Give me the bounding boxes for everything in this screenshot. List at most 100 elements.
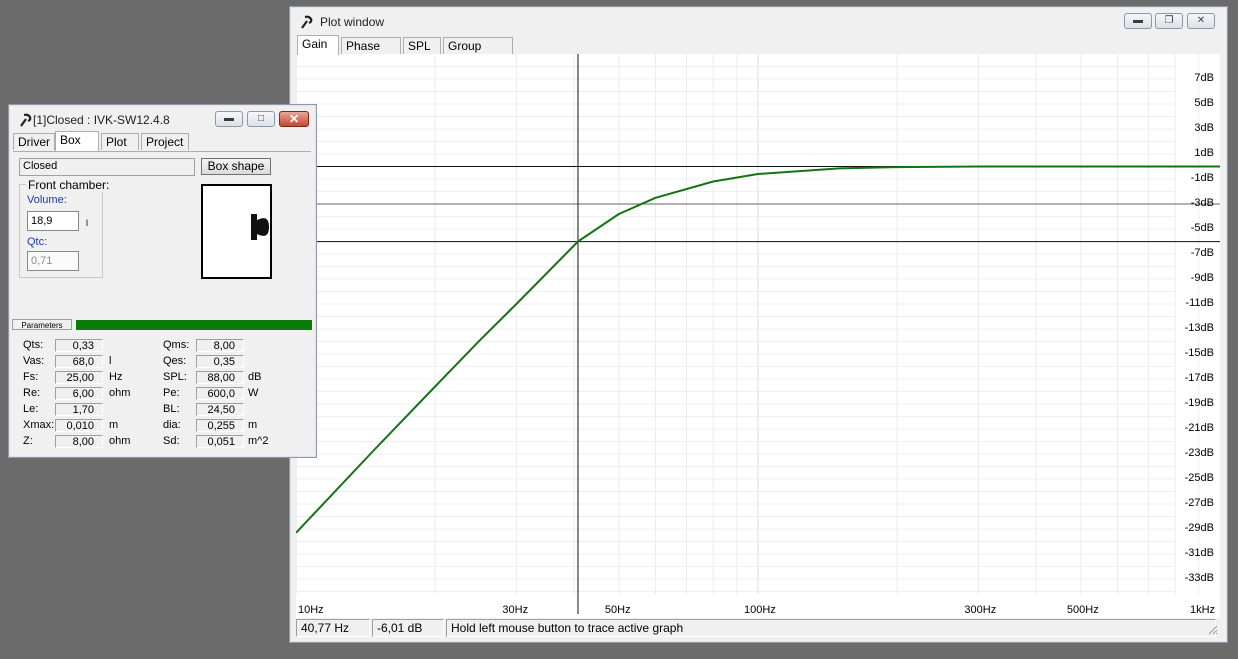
- y-tick-label: -17dB: [1184, 372, 1214, 384]
- qtc-input[interactable]: [27, 251, 79, 271]
- y-tick-label: -21dB: [1184, 422, 1214, 434]
- plot-tabbar: Gain Phase plot SPL Group delay: [297, 35, 697, 70]
- param-label: Pe:: [163, 387, 180, 399]
- box-type-display: Closed: [19, 158, 195, 176]
- y-tick-label: -15dB: [1184, 347, 1214, 359]
- tab-driver[interactable]: Driver: [13, 133, 55, 150]
- param-label: Fs:: [23, 371, 39, 383]
- app-icon: [301, 15, 313, 29]
- param-label: Qes:: [163, 355, 187, 367]
- tab-box[interactable]: Box: [55, 131, 99, 151]
- tab-plot[interactable]: Plot: [101, 133, 139, 150]
- minimize-button[interactable]: ▬: [215, 111, 243, 127]
- param-value: 0,051: [196, 435, 244, 448]
- x-tick-label: 10Hz: [298, 604, 324, 616]
- close-button[interactable]: ✕: [1187, 13, 1215, 29]
- param-unit: ohm: [109, 435, 131, 447]
- param-label: Qms:: [163, 339, 190, 351]
- volume-unit: l: [86, 218, 88, 228]
- volume-label: Volume:: [27, 194, 67, 206]
- y-tick-label: -33dB: [1184, 572, 1214, 584]
- maximize-button[interactable]: ❐: [1155, 13, 1183, 29]
- param-unit: m^2: [248, 435, 269, 447]
- y-tick-label: -9dB: [1190, 272, 1214, 284]
- parameters-label: Parameters: [12, 319, 72, 330]
- y-tick-label: -3dB: [1190, 197, 1214, 209]
- param-unit: dB: [248, 371, 262, 383]
- param-value: 8,00: [55, 435, 103, 448]
- param-value: 0,35: [196, 355, 244, 368]
- driver-tabbar: Driver Box Plot Project: [13, 131, 213, 151]
- tab-gain[interactable]: Gain: [297, 35, 339, 55]
- close-icon: ✕: [1196, 15, 1206, 26]
- y-tick-label: 5dB: [1194, 97, 1214, 109]
- tab-group-delay[interactable]: Group delay: [443, 37, 513, 70]
- param-unit: m: [109, 419, 119, 431]
- minimize-icon: ▬: [1133, 15, 1143, 26]
- param-value: 0,255: [196, 419, 244, 432]
- y-tick-label: -23dB: [1184, 447, 1214, 459]
- y-tick-label: -27dB: [1184, 497, 1214, 509]
- y-tick-label: 1dB: [1194, 147, 1214, 159]
- maximize-button[interactable]: □: [247, 111, 275, 127]
- gain-plot[interactable]: 7dB 5dB 3dB 1dB -1dB -3dB -5dB -7dB -9dB -11dB -13…: [296, 54, 1220, 618]
- status-hint: Hold left mouse button to trace active g…: [446, 619, 1216, 637]
- parameters-header: Parameters: [12, 319, 313, 330]
- close-icon: ✕: [288, 112, 300, 126]
- y-tick-label: -19dB: [1184, 397, 1214, 409]
- tab-spl[interactable]: SPL: [403, 37, 441, 54]
- qtc-label: Qtc:: [27, 236, 48, 248]
- box-shape-button[interactable]: Box shape: [201, 158, 271, 175]
- box-tab-panel: Closed Box shape Front chamber: Volume: …: [13, 151, 311, 318]
- tab-project[interactable]: Project: [141, 133, 189, 150]
- box-shape-preview: [201, 184, 272, 279]
- volume-input[interactable]: [27, 211, 79, 231]
- y-tick-label: -13dB: [1184, 322, 1214, 334]
- x-tick-label: 1kHz: [1190, 604, 1216, 616]
- param-label: dia:: [163, 419, 181, 431]
- y-tick-label: -29dB: [1184, 522, 1214, 534]
- y-tick-label: -7dB: [1190, 247, 1214, 259]
- y-tick-label: 3dB: [1194, 122, 1214, 134]
- plot-window-titlebar[interactable]: Plot window ▬ ❐ ✕: [290, 7, 1227, 37]
- param-label: Xmax:: [23, 419, 55, 431]
- y-tick-label: 7dB: [1194, 72, 1214, 84]
- param-value: 0,33: [55, 339, 103, 352]
- minimize-icon: ▬: [224, 113, 234, 124]
- x-tick-label: 500Hz: [1066, 604, 1099, 616]
- y-tick-label: -25dB: [1184, 472, 1214, 484]
- y-tick-label: -1dB: [1190, 172, 1214, 184]
- status-frequency: 40,77 Hz: [296, 619, 370, 637]
- param-label: Z:: [23, 435, 33, 447]
- driver-window-title: [1]Closed : IVK-SW12.4.8: [33, 113, 170, 127]
- parameters-progress-bar: [76, 320, 312, 330]
- tab-phase-plot[interactable]: Phase plot: [341, 37, 401, 70]
- param-label: Le:: [23, 403, 39, 415]
- param-unit: m: [248, 419, 258, 431]
- restore-icon: ❐: [1164, 15, 1174, 26]
- x-tick-label: 50Hz: [604, 604, 631, 616]
- gain-chart[interactable]: [296, 54, 1220, 618]
- front-chamber-label: Front chamber:: [26, 178, 112, 192]
- param-value: 1,70: [55, 403, 103, 416]
- param-label: BL:: [163, 403, 180, 415]
- minimize-button[interactable]: ▬: [1124, 13, 1152, 29]
- param-value: 0,010: [55, 419, 103, 432]
- y-tick-label: -5dB: [1190, 222, 1214, 234]
- param-value: 25,00: [55, 371, 103, 384]
- plot-status-bar: 40,77 Hz -6,01 dB Hold left mouse button…: [296, 619, 1220, 637]
- param-value: 88,00: [196, 371, 244, 384]
- resize-grip-icon[interactable]: [1206, 623, 1218, 635]
- param-label: Sd:: [163, 435, 180, 447]
- param-label: SPL:: [163, 371, 187, 383]
- maximize-icon: □: [257, 113, 265, 124]
- driver-window: [1]Closed : IVK-SW12.4.8 ▬ □ ✕ Driver Bo…: [8, 104, 317, 458]
- param-label: Qts:: [23, 339, 44, 351]
- param-unit: l: [109, 355, 112, 367]
- param-value: 24,50: [196, 403, 244, 416]
- param-value: 8,00: [196, 339, 244, 352]
- close-button[interactable]: ✕: [279, 111, 309, 127]
- status-gain: -6,01 dB: [372, 619, 444, 637]
- param-label: Re:: [23, 387, 41, 399]
- param-value: 6,00: [55, 387, 103, 400]
